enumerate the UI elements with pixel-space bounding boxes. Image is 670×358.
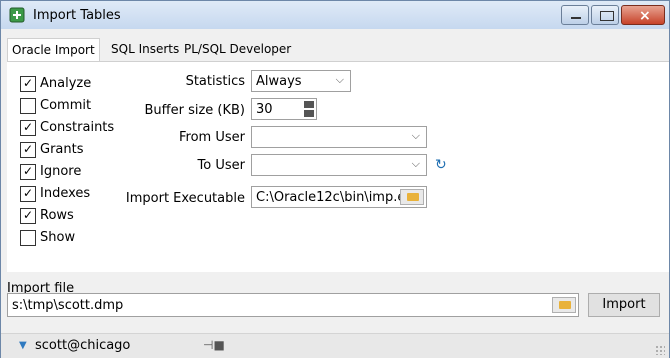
constraints-label: Constraints <box>40 120 115 135</box>
import-executable-value: C:\Oracle12c\bin\imp.ex <box>256 190 413 205</box>
checkmark-icon: ✓ <box>23 142 34 156</box>
folder-icon <box>407 193 419 201</box>
import-file-value: s:\tmp\scott.dmp <box>12 298 124 313</box>
chevron-down-icon: ⌵ <box>411 157 420 170</box>
connection-label[interactable]: scott@chicago <box>35 338 130 353</box>
minimize-button[interactable] <box>561 5 589 25</box>
buffer-size-stepper[interactable]: 30 <box>251 98 317 120</box>
commit-label: Commit <box>40 98 92 113</box>
checkbox-box[interactable]: ✓ <box>20 76 36 92</box>
checkbox-box[interactable]: ✓ <box>20 120 36 136</box>
from-user-select[interactable]: ⌵ <box>251 126 427 148</box>
ignore-label: Ignore <box>40 164 82 179</box>
import-file-field[interactable]: s:\tmp\scott.dmp <box>7 293 579 317</box>
maximize-button[interactable] <box>591 5 619 25</box>
tab-oracle-import[interactable]: Oracle Import <box>7 38 100 62</box>
chevron-down-icon: ⌵ <box>335 73 344 86</box>
browse-button[interactable] <box>400 189 424 205</box>
checkbox-box[interactable]: ✓ <box>20 164 36 180</box>
checkbox-box[interactable]: ✓ <box>20 186 36 202</box>
close-button[interactable]: × <box>621 5 665 25</box>
chevron-down-icon: ⌵ <box>411 129 420 142</box>
title-bar: Import Tables × <box>1 1 669 29</box>
checkbox-box[interactable]: ✓ <box>20 208 36 224</box>
browse-button[interactable] <box>552 297 576 313</box>
tab-sql-inserts[interactable]: SQL Inserts <box>107 38 183 60</box>
checkmark-icon: ✓ <box>23 208 34 222</box>
status-bar: ▼ scott@chicago ⊣■ <box>1 333 669 358</box>
import-tables-window: Import Tables × Oracle Import SQL Insert… <box>0 0 670 358</box>
buffer-size-label: Buffer size (KB) <box>144 103 245 118</box>
checkbox-box[interactable]: ✓ <box>20 142 36 158</box>
checkbox-box[interactable] <box>20 230 36 246</box>
statistics-label: Statistics <box>185 74 245 89</box>
indexes-label: Indexes <box>40 186 91 201</box>
plus-table-icon <box>9 7 25 23</box>
spinner-icon[interactable] <box>304 101 314 117</box>
to-user-label: To User <box>197 158 245 173</box>
folder-icon <box>559 301 571 309</box>
caret-down-icon[interactable]: ▼ <box>19 340 27 351</box>
show-label: Show <box>40 230 76 245</box>
statistics-select[interactable]: Always ⌵ <box>251 70 351 92</box>
checkmark-icon: ✓ <box>23 120 34 134</box>
analyze-label: Analyze <box>40 76 92 91</box>
oracle-import-panel: ✓ Analyze Commit ✓ Constraints ✓ Grants … <box>7 61 669 272</box>
checkbox-box[interactable] <box>20 98 36 114</box>
tab-plsql-developer[interactable]: PL/SQL Developer <box>180 38 295 60</box>
pin-icon[interactable]: ⊣■ <box>203 338 225 352</box>
checkmark-icon: ✓ <box>23 164 34 178</box>
statistics-value: Always <box>256 74 302 89</box>
refresh-icon[interactable]: ↻ <box>435 157 447 173</box>
buffer-size-value: 30 <box>256 102 273 117</box>
import-button[interactable]: Import <box>588 293 660 317</box>
checkmark-icon: ✓ <box>23 76 34 90</box>
rows-label: Rows <box>40 208 74 223</box>
to-user-select[interactable]: ⌵ <box>251 154 427 176</box>
resize-grip[interactable] <box>655 345 665 355</box>
checkmark-icon: ✓ <box>23 186 34 200</box>
import-executable-field[interactable]: C:\Oracle12c\bin\imp.ex <box>251 186 427 208</box>
import-executable-label: Import Executable <box>125 191 245 206</box>
window-title: Import Tables <box>33 8 121 23</box>
from-user-label: From User <box>179 130 245 145</box>
grants-label: Grants <box>40 142 84 157</box>
